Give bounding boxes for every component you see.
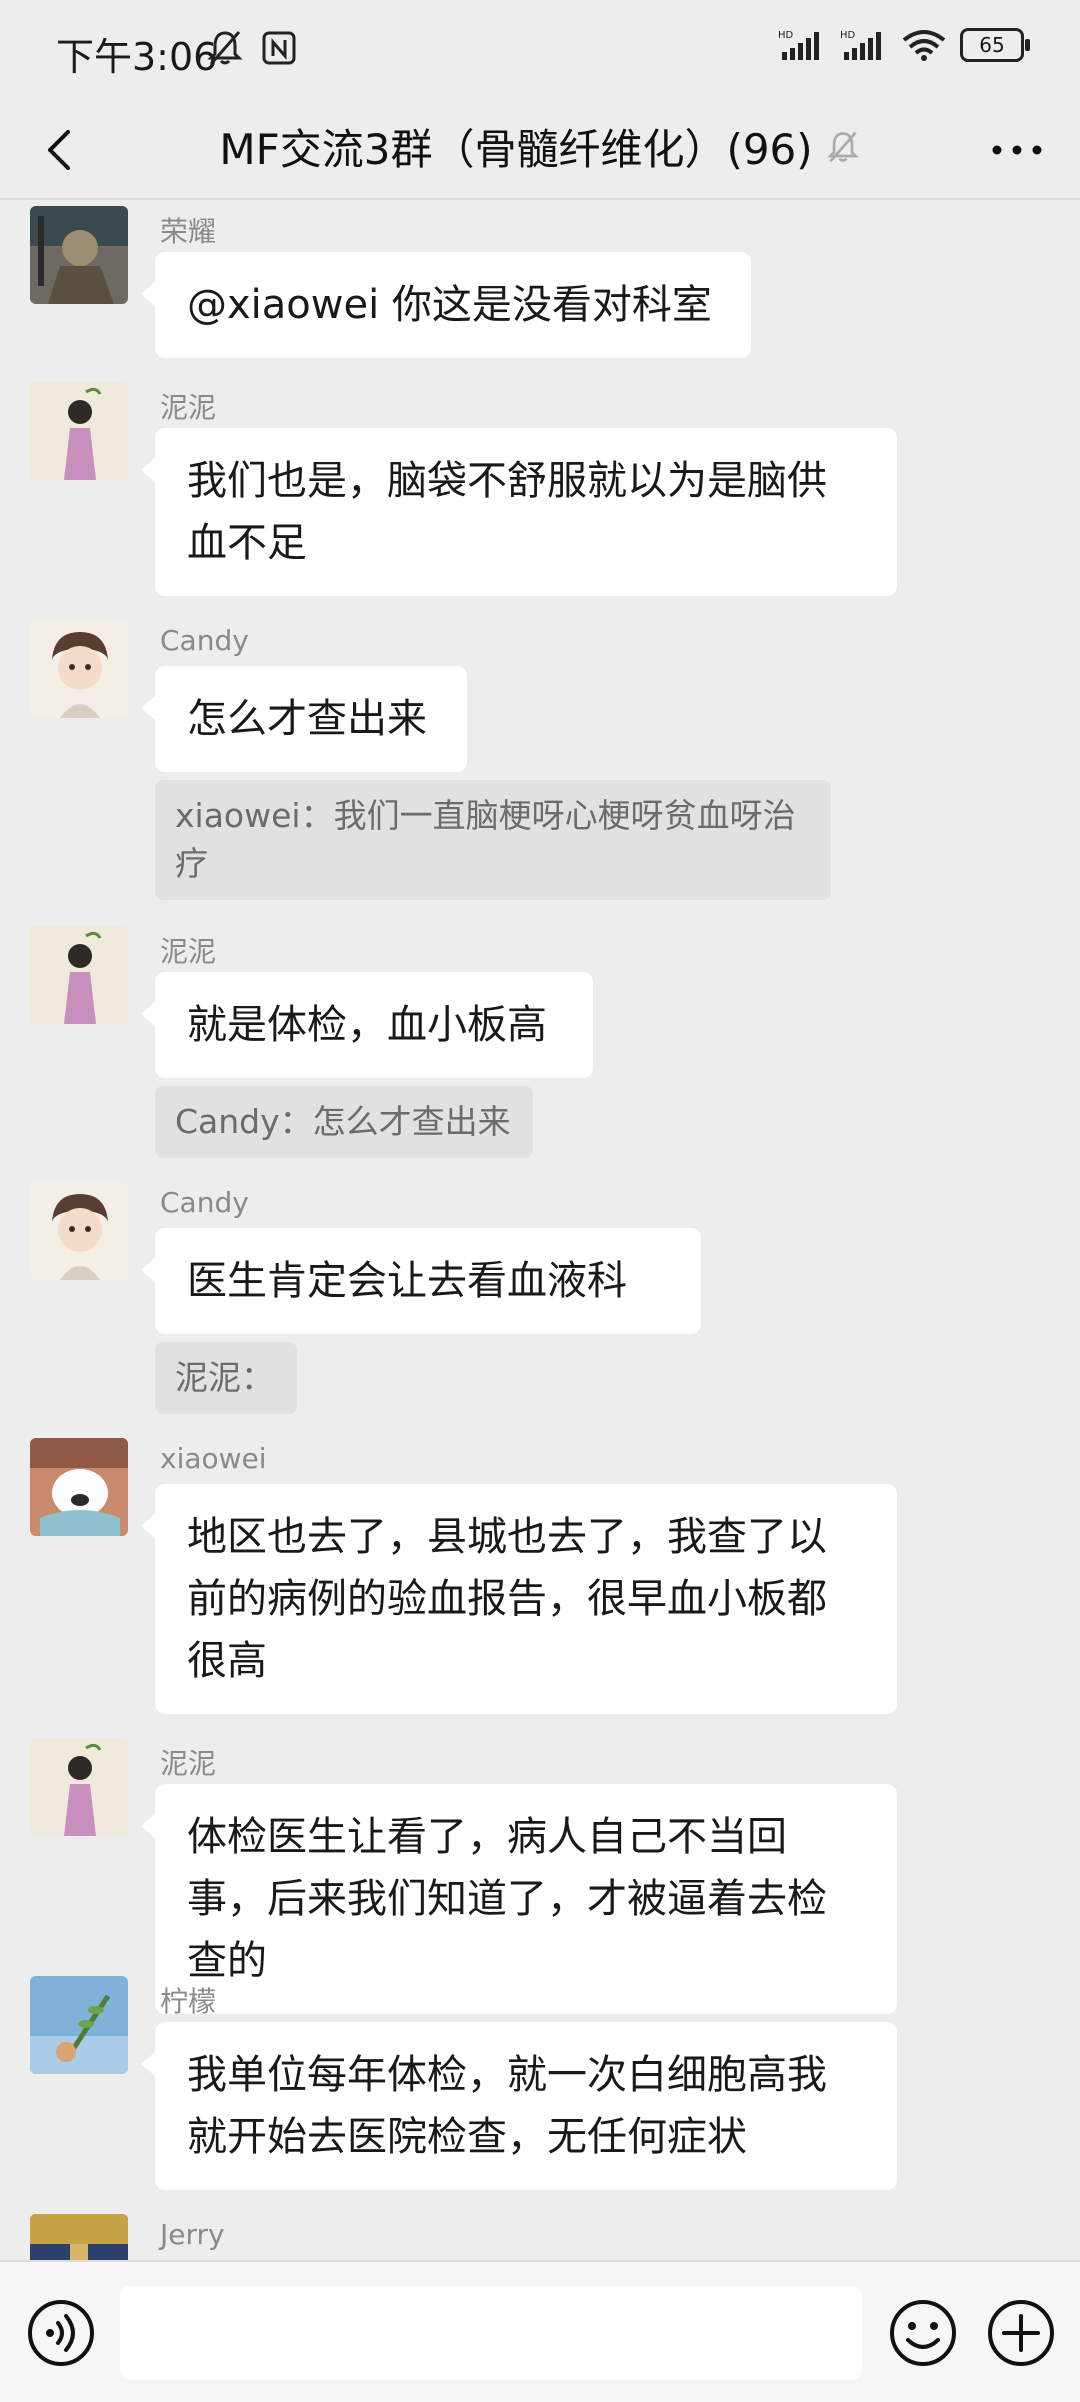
more-options-icon[interactable] xyxy=(982,120,1052,180)
message-bubble[interactable]: 体检医生让看了，病人自己不当回事，后来我们知道了，才被逼着去检查的 xyxy=(141,1784,897,2014)
mute-bell-icon xyxy=(826,131,859,162)
emoji-icon[interactable] xyxy=(888,2298,958,2368)
svg-text:HD: HD xyxy=(778,30,794,41)
message-bubble[interactable]: 就是体检，血小板高 xyxy=(141,972,593,1078)
chat-title-area: MF交流3群（骨髓纤维化）(96) xyxy=(0,116,1080,177)
voice-icon[interactable] xyxy=(26,2298,96,2368)
message-bubble[interactable]: @xiaowei 你这是没看对科室 xyxy=(141,252,751,358)
svg-text:HD: HD xyxy=(840,30,856,41)
sender-name: xiaowei xyxy=(160,1442,267,1475)
quoted-message[interactable]: Candy：怎么才查出来 xyxy=(155,1086,533,1158)
sender-name: 泥泥 xyxy=(160,1747,217,1780)
message-input[interactable] xyxy=(120,2286,862,2380)
avatar[interactable] xyxy=(30,1182,128,1280)
status-bar: 下午3:06 HD HD 65 xyxy=(0,0,1080,100)
sender-name: 泥泥 xyxy=(160,935,217,968)
input-bar xyxy=(0,2260,1080,2402)
status-time: 下午3:06 xyxy=(56,35,218,79)
signal-hd-icon: HD xyxy=(778,30,819,60)
chat-title: MF交流3群（骨髓纤维化）(96) xyxy=(219,125,813,174)
avatar[interactable] xyxy=(30,206,128,304)
quoted-message[interactable]: xiaowei：我们一直脑梗呀心梗呀贫血呀治疗 xyxy=(155,780,831,900)
avatar[interactable] xyxy=(30,1738,128,1836)
avatar[interactable] xyxy=(30,620,128,718)
message-bubble[interactable]: 我单位每年体检，就一次白细胞高我就开始去医院检查，无任何症状 xyxy=(141,2022,897,2190)
sender-name: 泥泥 xyxy=(160,391,217,424)
message-list[interactable]: 荣耀 @xiaowei 你这是没看对科室 泥泥 我们也是，脑袋不舒服就以为是脑供… xyxy=(0,200,1080,2260)
battery-indicator: 65 xyxy=(960,28,1030,62)
message-bubble[interactable]: 医生肯定会让去看血液科 xyxy=(141,1228,701,1334)
bell-muted-icon xyxy=(207,31,243,65)
chat-header: MF交流3群（骨髓纤维化）(96) xyxy=(0,100,1080,200)
message-bubble[interactable]: 怎么才查出来 xyxy=(141,666,467,772)
avatar[interactable] xyxy=(30,1976,128,2074)
status-left-icons xyxy=(205,28,299,68)
message-bubble[interactable]: 地区也去了，县城也去了，我查了以前的病例的验血报告，很早血小板都很高 xyxy=(141,1484,897,1714)
sender-name: Candy xyxy=(160,1186,249,1219)
avatar[interactable] xyxy=(30,2214,128,2260)
avatar[interactable] xyxy=(30,926,128,1024)
sender-name: 荣耀 xyxy=(160,215,217,248)
sender-name: 柠檬 xyxy=(160,1985,217,2018)
signal-hd-icon-2: HD xyxy=(840,30,881,60)
sender-name: Jerry xyxy=(160,2218,225,2251)
sender-name: Candy xyxy=(160,624,249,657)
quoted-message[interactable]: 泥泥： xyxy=(155,1342,297,1414)
wifi-icon xyxy=(902,30,946,61)
message-bubble[interactable]: 我们也是，脑袋不舒服就以为是脑供血不足 xyxy=(141,428,897,596)
nfc-icon xyxy=(262,31,296,65)
plus-icon[interactable] xyxy=(986,2298,1056,2368)
avatar[interactable] xyxy=(30,1438,128,1536)
avatar[interactable] xyxy=(30,382,128,480)
status-right-icons: HD HD 65 xyxy=(778,28,1030,62)
